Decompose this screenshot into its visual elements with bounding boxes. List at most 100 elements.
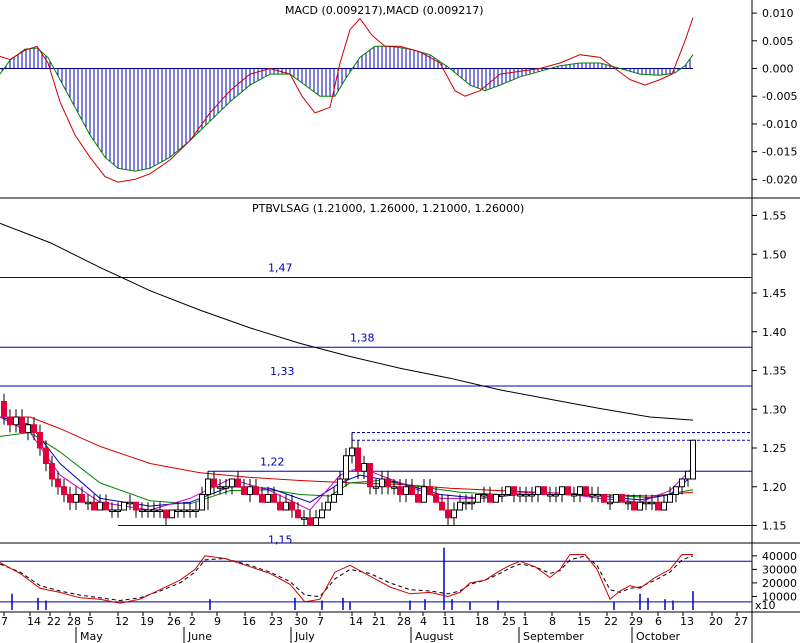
candle-body (451, 509, 457, 519)
candle-body (601, 494, 607, 503)
x-tick-label: 21 (372, 615, 386, 628)
x-tick-label: 23 (269, 615, 283, 628)
month-label: September (523, 630, 584, 643)
candle-body (73, 494, 79, 503)
candle-body (151, 509, 157, 512)
candle-body (121, 501, 127, 511)
candle-body (271, 494, 277, 503)
y-tick-label: -0.010 (762, 118, 797, 131)
candle-body (79, 494, 85, 503)
candle-body (625, 501, 631, 505)
candle-body (409, 486, 415, 495)
candle-body (505, 486, 511, 495)
candle-body (127, 501, 133, 505)
month-label: October (636, 630, 680, 643)
y-tick-label: -0.020 (762, 173, 797, 186)
y-tick-label: -0.015 (762, 146, 797, 159)
candle-body (397, 486, 403, 495)
candle-body (511, 486, 517, 495)
stock-chart: MACD (0.009217),MACD (0.009217) PTBVLSAG… (0, 0, 800, 643)
y-tick-label: 30000 (762, 563, 797, 576)
y-tick-label: 1.50 (762, 248, 787, 261)
candle-body (109, 509, 115, 512)
candle-body (439, 501, 445, 511)
x-tick-label: 11 (442, 615, 456, 628)
x-tick-label: 15 (577, 615, 591, 628)
candle-body (541, 486, 547, 495)
candle-body (223, 486, 229, 489)
x-tick-label: 2 (189, 615, 196, 628)
y-tick-label: -0.005 (762, 90, 797, 103)
candle-body (433, 494, 439, 503)
candle-body (690, 439, 696, 480)
candle-body (529, 494, 535, 497)
candle-body (205, 478, 211, 495)
candle-body (25, 424, 31, 433)
candle-body (487, 494, 493, 503)
x-tick-label: 30 (294, 615, 308, 628)
candle-body (211, 478, 217, 488)
candle-body (547, 494, 553, 497)
candle-body (283, 501, 289, 511)
candle-body (61, 486, 67, 495)
x-tick-label: 27 (734, 615, 748, 628)
y-tick-label: 1.40 (762, 326, 787, 339)
candle-body (469, 501, 475, 505)
candle-body (535, 486, 541, 495)
y-tick-label: 0.010 (762, 7, 794, 20)
level-label: 1,47 (268, 262, 293, 275)
candle-body (85, 501, 91, 505)
candle-body (259, 494, 265, 503)
candle-body (193, 509, 199, 512)
candle-body (481, 494, 487, 497)
candle-body (619, 494, 625, 503)
candle-body (1, 401, 7, 418)
y-tick-label: 20000 (762, 577, 797, 590)
candle-body (103, 501, 109, 511)
y-tick-label: 1.25 (762, 442, 787, 455)
candle-body (115, 509, 121, 512)
candle-body (91, 501, 97, 511)
macd-title: MACD (0.009217),MACD (0.009217) (285, 4, 484, 17)
level-label: 1,38 (350, 331, 375, 344)
candle-body (253, 486, 259, 495)
candle-body (325, 501, 331, 511)
price-title: PTBVLSAG (1.21000, 1.26000, 1.21000, 1.2… (252, 202, 524, 215)
candle-body (445, 509, 451, 519)
x-tick-label: 18 (475, 615, 489, 628)
candle-body (67, 494, 73, 503)
candle-body (415, 494, 421, 503)
y-tick-label: 1.30 (762, 403, 787, 416)
candle-body (517, 494, 523, 497)
x-tick-label: 5 (87, 615, 94, 628)
candle-body (265, 494, 271, 503)
candle-body (559, 486, 565, 495)
candle-body (361, 463, 367, 472)
x-tick-label: 14 (349, 615, 363, 628)
candle-body (661, 501, 667, 511)
candle-body (685, 470, 691, 480)
x-tick-label: 22 (604, 615, 618, 628)
candle-body (133, 501, 139, 511)
candle-body (319, 509, 325, 519)
candle-body (385, 478, 391, 488)
candle-body (679, 478, 685, 488)
candle-body (643, 501, 649, 505)
candle-body (43, 447, 49, 464)
y-tick-label: 10000 (762, 590, 797, 603)
candle-body (97, 501, 103, 511)
candle-body (217, 486, 223, 489)
candle-body (403, 486, 409, 495)
candle-body (145, 509, 151, 512)
candle-body (337, 478, 343, 495)
candle-body (229, 478, 235, 488)
candle-body (667, 494, 673, 503)
y-tick-label: 1.35 (762, 365, 787, 378)
candle-body (313, 517, 319, 526)
candle-body (349, 447, 355, 457)
candle-body (631, 501, 637, 511)
x-tick-label: 7 (1, 615, 8, 628)
y-tick-label: 1.20 (762, 481, 787, 494)
candle-body (673, 486, 679, 495)
candle-body (577, 486, 583, 495)
